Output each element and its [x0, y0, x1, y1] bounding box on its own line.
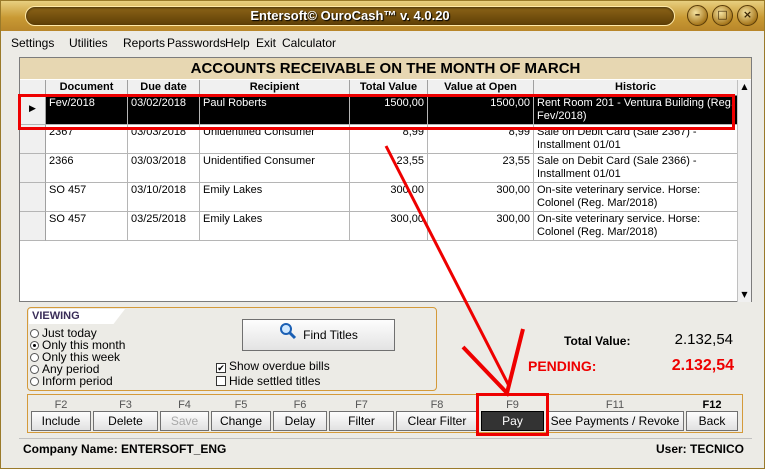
table-row[interactable]: SO 457 03/10/2018 Emily Lakes 300,00 300,00 O… [20, 183, 738, 212]
table-row[interactable]: 2366 03/03/2018 Unidentified Consumer 23,55… [20, 154, 738, 183]
menu-settings[interactable]: Settings [11, 36, 54, 50]
cell-due-date[interactable]: 03/03/2018 [128, 154, 200, 183]
cell-value-at-open[interactable]: 23,55 [428, 154, 534, 183]
radio-icon [30, 341, 39, 350]
row-indicator[interactable] [20, 212, 46, 241]
title-pill: Entersoft© OuroCash™ v. 4.0.20 [25, 6, 675, 26]
main-window: Entersoft© OuroCash™ v. 4.0.20 – □ × Set… [0, 0, 765, 469]
status-bar: Company Name: ENTERSOFT_ENG User: TECNIC… [19, 438, 752, 458]
cell-document[interactable]: SO 457 [46, 183, 128, 212]
back-button[interactable]: Back [686, 411, 738, 431]
fkey-label-f8: F8 [430, 399, 444, 411]
radio-icon [30, 329, 39, 338]
pending-label: PENDING: [528, 358, 597, 374]
viewing-options-title: VIEWING OPTIONS: [29, 309, 125, 324]
fkey-label-f12: F12 [702, 399, 722, 411]
fkey-label-f5: F5 [234, 399, 248, 411]
total-value: 2.132,54 [674, 331, 733, 348]
minimize-button[interactable]: – [687, 5, 708, 26]
pay-button-highlight [476, 393, 549, 436]
change-button[interactable]: Change [211, 411, 271, 431]
see-payments-revoke-button[interactable]: See Payments / Revoke [546, 411, 684, 431]
maximize-icon: □ [717, 8, 728, 21]
window-title: Entersoft© OuroCash™ v. 4.0.20 [250, 8, 450, 23]
current-user: User: TECNICO [655, 442, 744, 456]
menu-reports[interactable]: Reports [123, 36, 165, 50]
show-overdue-label: Show overdue bills [229, 359, 330, 373]
radio-icon [30, 365, 39, 374]
menu-calculator[interactable]: Calculator [282, 36, 336, 50]
close-button[interactable]: × [737, 5, 758, 26]
selected-row-highlight [18, 94, 735, 130]
cell-total-value[interactable]: 300,00 [350, 183, 428, 212]
fkey-label-f11: F11 [605, 399, 625, 411]
scroll-down-icon[interactable]: ▼ [738, 288, 751, 302]
menu-passwords[interactable]: Passwords [167, 36, 226, 50]
menu-utilities[interactable]: Utilities [69, 36, 108, 50]
row-indicator[interactable] [20, 183, 46, 212]
cell-due-date[interactable]: 03/10/2018 [128, 183, 200, 212]
menu-help[interactable]: Help [225, 36, 250, 50]
save-button[interactable]: Save [160, 411, 209, 431]
total-value-label: Total Value: [564, 334, 631, 348]
find-titles-button[interactable]: Find Titles [242, 319, 395, 351]
radio-label: Inform period [42, 374, 113, 388]
grid-title: ACCOUNTS RECEIVABLE ON THE MONTH OF MARC… [20, 58, 751, 79]
search-icon [279, 321, 297, 351]
pending-value: 2.132,54 [671, 357, 734, 374]
clear-filter-button[interactable]: Clear Filter [396, 411, 478, 431]
cell-recipient[interactable]: Emily Lakes [200, 212, 350, 241]
fkey-label-f6: F6 [293, 399, 307, 411]
fkey-label-f7: F7 [355, 399, 368, 411]
cell-total-value[interactable]: 23,55 [350, 154, 428, 183]
cell-historic[interactable]: Sale on Debit Card (Sale 2366) - Install… [534, 154, 738, 183]
checkbox-checked-icon: ✔ [216, 363, 226, 373]
vertical-scrollbar[interactable]: ▲ ▼ [737, 80, 751, 302]
company-name: Company Name: ENTERSOFT_ENG [23, 442, 227, 456]
cell-recipient[interactable]: Emily Lakes [200, 183, 350, 212]
radio-period-option[interactable]: Inform period [30, 375, 113, 387]
show-overdue-checkbox[interactable]: ✔ Show overdue bills [216, 359, 330, 373]
hide-settled-label: Hide settled titles [229, 374, 321, 388]
delay-button[interactable]: Delay [273, 411, 327, 431]
cell-total-value[interactable]: 300,00 [350, 212, 428, 241]
minimize-icon: – [694, 8, 701, 21]
hide-settled-checkbox[interactable]: Hide settled titles [216, 374, 320, 388]
find-titles-label: Find Titles [303, 328, 358, 342]
menu-bar: Settings Utilities Reports Passwords Hel… [1, 31, 764, 55]
close-icon: × [742, 8, 753, 21]
menu-exit[interactable]: Exit [256, 36, 276, 50]
cell-historic[interactable]: On-site veterinary service. Horse: Colon… [534, 183, 738, 212]
cell-value-at-open[interactable]: 300,00 [428, 212, 534, 241]
radio-icon [30, 377, 39, 386]
maximize-button[interactable]: □ [712, 5, 733, 26]
table-row[interactable]: SO 457 03/25/2018 Emily Lakes 300,00 300,00 O… [20, 212, 738, 241]
filter-button[interactable]: Filter [329, 411, 394, 431]
include-button[interactable]: Include [31, 411, 91, 431]
fkey-label-f4: F4 [178, 399, 191, 411]
cell-due-date[interactable]: 03/25/2018 [128, 212, 200, 241]
fkey-label-f2: F2 [54, 399, 68, 411]
radio-icon [30, 353, 39, 362]
fkey-label-f3: F3 [119, 399, 132, 411]
title-bar[interactable]: Entersoft© OuroCash™ v. 4.0.20 – □ × [1, 1, 764, 31]
scroll-up-icon[interactable]: ▲ [738, 80, 751, 94]
checkbox-unchecked-icon [216, 376, 226, 386]
cell-document[interactable]: 2366 [46, 154, 128, 183]
row-indicator[interactable] [20, 154, 46, 183]
cell-historic[interactable]: On-site veterinary service. Horse: Colon… [534, 212, 738, 241]
cell-document[interactable]: SO 457 [46, 212, 128, 241]
cell-value-at-open[interactable]: 300,00 [428, 183, 534, 212]
cell-recipient[interactable]: Unidentified Consumer [200, 154, 350, 183]
delete-button[interactable]: Delete [93, 411, 158, 431]
